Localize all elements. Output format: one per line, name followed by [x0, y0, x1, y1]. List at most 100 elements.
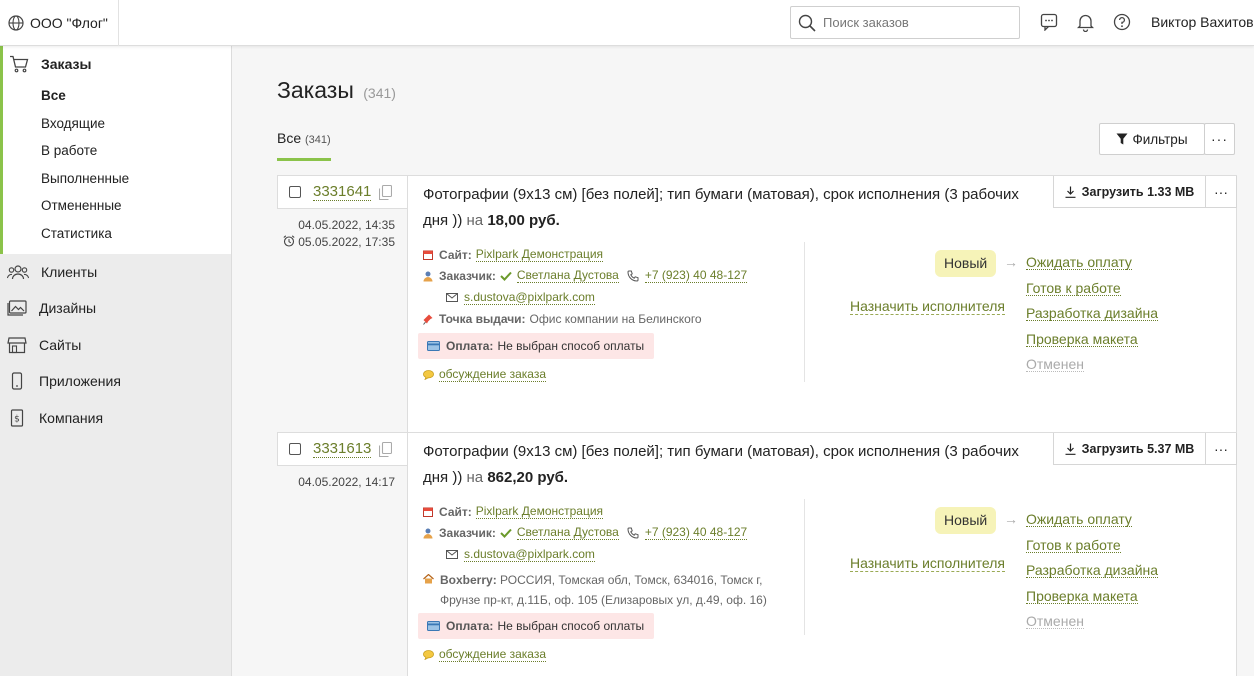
site-label: Сайт: [439, 247, 472, 262]
sidebar-item-apps[interactable]: Приложения [0, 363, 231, 400]
tab-all[interactable]: Все (341) [277, 130, 331, 161]
status-option[interactable]: Проверка макета [1026, 327, 1158, 353]
sidebar-item-label: Заказы [41, 56, 92, 72]
filter-icon [1116, 133, 1128, 145]
globe-icon [8, 15, 24, 31]
download-label: Загрузить 5.37 MB [1081, 441, 1195, 456]
status-option-cancelled[interactable]: Отменен [1026, 352, 1158, 378]
sidebar-item-designs[interactable]: Дизайны [0, 290, 231, 327]
customer-link[interactable]: Светлана Дустова [516, 269, 619, 284]
sidebar-subitem-cancelled[interactable]: Отмененные [3, 192, 231, 220]
sidebar-item-label: Клиенты [41, 263, 98, 280]
order-body: Фотографии (9x13 см) [без полей]; тип бу… [407, 432, 1237, 676]
status-option[interactable]: Ожидать оплату [1026, 507, 1158, 533]
email-link[interactable]: s.dustova@pixlpark.com [464, 547, 595, 562]
speech-bubble-icon [423, 649, 434, 660]
payment-label: Оплата: [446, 618, 494, 633]
customer-label: Заказчик: [439, 269, 496, 284]
order-more-button[interactable]: ··· [1205, 176, 1237, 208]
sidebar-subitem-statistics[interactable]: Статистика [3, 220, 231, 248]
status-option-cancelled[interactable]: Отменен [1026, 609, 1158, 635]
status-option[interactable]: Разработка дизайна [1026, 301, 1159, 327]
next-status-list: Ожидать оплату Готов к работе Разработка… [1026, 250, 1159, 378]
delivery-row: Boxberry: РОССИЯ, Томская обл, Томск, 63… [423, 566, 808, 610]
sidebar-subitem-in-progress[interactable]: В работе [3, 137, 231, 165]
delivery-row: Точка выдачи: Офис компании на Белинског… [423, 309, 808, 331]
pin-icon [423, 314, 433, 325]
person-icon [423, 528, 433, 539]
card-icon [427, 341, 440, 351]
site-link[interactable]: Pixlpark Демонстрация [475, 247, 604, 262]
search-box[interactable] [790, 6, 1020, 39]
sidebar: Заказы Все Входящие В работе Выполненные… [0, 46, 232, 676]
user-name[interactable]: Виктор Вахитов [1151, 14, 1254, 30]
order-price: 18,00 руб. [487, 212, 560, 229]
sidebar-subitem-all[interactable]: Все [3, 82, 231, 110]
order-deadline-text: 05.05.2022, 17:35 [298, 235, 395, 249]
customer-link[interactable]: Светлана Дустова [516, 526, 619, 541]
sidebar-item-orders[interactable]: Заказы [3, 46, 231, 82]
chat-icon[interactable] [1040, 13, 1058, 31]
sidebar-subitem-incoming[interactable]: Входящие [3, 110, 231, 138]
order-price-prefix: на [466, 469, 484, 486]
status-badge: Новый [935, 507, 997, 534]
order-checkbox[interactable] [289, 186, 301, 198]
assign-executor-link[interactable]: Назначить исполнителя [850, 298, 1006, 315]
order-deadline: 05.05.2022, 17:35 [277, 234, 395, 251]
help-icon[interactable] [1113, 13, 1131, 31]
phone-link[interactable]: +7 (923) 40 48-127 [644, 526, 748, 541]
status-option[interactable]: Проверка макета [1026, 584, 1158, 610]
assign-executor-link[interactable]: Назначить исполнителя [850, 555, 1006, 572]
copy-icon[interactable] [379, 184, 393, 200]
order-more-button[interactable]: ··· [1205, 433, 1237, 465]
cart-icon [10, 55, 29, 73]
store-icon [7, 337, 27, 353]
card-icon [427, 620, 440, 631]
house-icon [423, 573, 434, 583]
sidebar-item-company[interactable]: $ Компания [0, 400, 231, 437]
download-button[interactable]: Загрузить 5.37 MB [1053, 433, 1206, 465]
order-created-date: 04.05.2022, 14:17 [298, 475, 395, 489]
status-option[interactable]: Готов к работе [1026, 533, 1158, 559]
customer-row: Заказчик: Светлана Дустова +7 (923) 40 4… [423, 266, 808, 288]
org-switcher[interactable]: ООО "Флог" [0, 0, 119, 46]
next-status-list: Ожидать оплату Готов к работе Разработка… [1026, 507, 1159, 635]
download-button[interactable]: Загрузить 1.33 MB [1053, 176, 1206, 208]
payment-value: Не выбран способ оплаты [497, 339, 645, 353]
sidebar-item-sites[interactable]: Сайты [0, 327, 231, 364]
sidebar-subitem-completed[interactable]: Выполненные [3, 165, 231, 193]
verified-check-icon [500, 529, 512, 539]
customer-label: Заказчик: [439, 526, 496, 541]
more-options-button[interactable]: ··· [1204, 123, 1235, 155]
discussion-row: обсуждение заказа [423, 368, 808, 382]
order-number-link[interactable]: 3331613 [313, 440, 372, 458]
download-label: Загрузить 1.33 MB [1081, 184, 1195, 199]
discussion-link[interactable]: обсуждение заказа [439, 368, 546, 382]
site-link[interactable]: Pixlpark Демонстрация [475, 504, 604, 519]
payment-status: Оплата: Не выбран способ оплаты [418, 612, 655, 639]
copy-icon[interactable] [379, 441, 393, 457]
discussion-link[interactable]: обсуждение заказа [439, 647, 546, 662]
status-option[interactable]: Готов к работе [1026, 276, 1158, 302]
sidebar-item-clients[interactable]: Клиенты [0, 254, 231, 291]
phone-icon [11, 372, 23, 390]
phone-link[interactable]: +7 (923) 40 48-127 [644, 269, 748, 284]
bell-icon[interactable] [1077, 13, 1094, 32]
order-number-link[interactable]: 3331641 [313, 183, 372, 201]
customer-row: Заказчик: Светлана Дустова +7 (923) 40 4… [423, 523, 808, 545]
status-option[interactable]: Ожидать оплату [1026, 250, 1158, 276]
sidebar-item-label: Сайты [39, 336, 82, 353]
users-icon [7, 265, 29, 279]
order-title: Фотографии (9x13 см) [без полей]; тип бу… [423, 182, 1033, 234]
download-icon [1065, 186, 1076, 198]
filters-button[interactable]: Фильтры [1099, 123, 1205, 155]
email-row: s.dustova@pixlpark.com [423, 544, 808, 566]
delivery-label: Boxberry: [440, 572, 497, 587]
order-checkbox[interactable] [289, 443, 301, 455]
email-row: s.dustova@pixlpark.com [423, 287, 808, 309]
search-input[interactable] [823, 15, 1003, 30]
status-option[interactable]: Разработка дизайна [1026, 558, 1159, 584]
email-link[interactable]: s.dustova@pixlpark.com [464, 290, 595, 305]
order-info: Сайт: Pixlpark Демонстрация Заказчик: Св… [418, 244, 808, 382]
mail-icon [446, 550, 458, 560]
